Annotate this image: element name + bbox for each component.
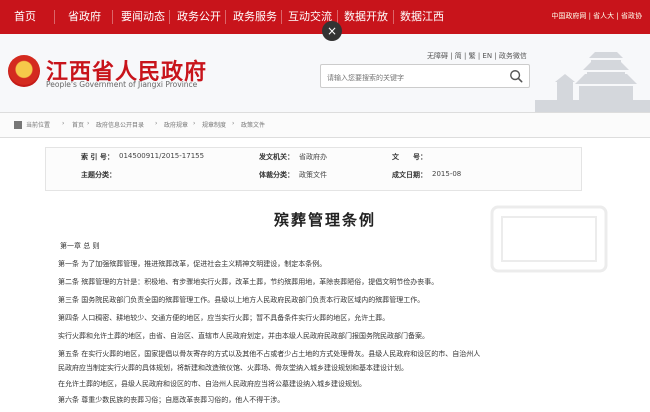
body-paragraph: 第三条 国务院民政部门负责全国的殡葬管理工作。县级以上地方人民政府民政部门负责本… [58,296,425,304]
nav-item-news[interactable]: 要闻动态 [121,9,165,25]
nav-item-data-jiangxi[interactable]: 数据江西 [400,9,444,25]
body-paragraph: 第二条 殡葬管理的方针是：积极地、有步骤地实行火葬，改革土葬，节约殡葬用地，革除… [58,278,439,286]
body-paragraph: 第四条 人口稠密、耕地较少、交通方便的地区，应当实行火葬；暂不具备条件实行火葬的… [58,314,390,322]
top-right-links[interactable]: 中国政府网 | 省人大 | 省政协 [551,11,642,21]
breadcrumb-gov-rules[interactable]: 政府规章 [164,120,188,129]
header-utility-links[interactable]: 无障碍 | 简 | 繁 | EN | 政务微信 [427,51,527,61]
meta-issuer-value: 省政府办 [299,153,327,161]
close-button[interactable]: × [322,21,342,41]
nav-item-home[interactable]: 首页 [14,9,36,25]
nav-divider [169,10,170,24]
meta-type-label: 体裁分类： [259,171,294,179]
breadcrumb-home[interactable]: 首页 [72,120,84,129]
site-subtitle: People's Government of Jiangxi Province [46,80,198,89]
home-icon [14,121,22,129]
nav-item-gov-affairs-open[interactable]: 政务公开 [177,9,221,25]
nav-divider [112,10,113,24]
nav-divider [281,10,282,24]
breadcrumb-label: 当前位置 [26,122,51,129]
breadcrumb-rule-system[interactable]: 规章制度 [202,120,226,129]
body-paragraph: 第五条 在实行火葬的地区，国家提倡以骨灰寄存的方式以及其他不占或者少占土地的方式… [58,350,481,358]
body-paragraph: 在允许土葬的地区，县级人民政府和设区的市、自治州人民政府应当将公墓建设纳入城乡建… [58,380,366,388]
breadcrumb-separator: › [155,120,158,127]
meta-type-value: 政策文件 [299,171,327,179]
national-emblem-icon [8,55,40,87]
breadcrumb-separator: › [62,120,65,127]
breadcrumb-separator: › [232,120,235,127]
breadcrumb-info-catalog[interactable]: 政府信息公开目录 [96,120,144,129]
meta-date-value: 2015-08 [432,170,462,178]
meta-row: 主题分类： 体裁分类： 政策文件 成文日期： 2015-08 [46,170,581,184]
breadcrumb-policy-docs[interactable]: 政策文件 [241,120,265,129]
nav-divider [225,10,226,24]
document-meta-box: 索 引 号： 014500911/2015-17155 发文机关： 省政府办 文… [45,147,582,191]
search-icon[interactable] [509,69,523,83]
nav-item-gov-services[interactable]: 政务服务 [233,9,277,25]
meta-topic-label: 主题分类： [81,171,116,179]
meta-docno-label: 文 号： [392,153,427,161]
meta-row: 索 引 号： 014500911/2015-17155 发文机关： 省政府办 文… [46,152,581,166]
body-paragraph: 民政府应当制定实行火葬的具体规划，将新建和改造殡仪馆、火葬场、骨灰堂纳入城乡建设… [58,364,408,372]
nav-item-province-gov[interactable]: 省政府 [68,9,101,25]
body-paragraph: 实行火葬和允许土葬的地区，由省、自治区、直辖市人民政府划定，并由本级人民政府民政… [58,332,429,340]
search-input[interactable] [321,68,503,88]
tengwang-pavilion-illustration [535,52,650,112]
body-paragraph: 第六条 尊重少数民族的丧葬习俗；自愿改革丧葬习俗的，他人不得干涉。 [58,396,285,404]
body-paragraph: 第一条 为了加强殡葬管理，推进殡葬改革，促进社会主义精神文明建设，制定本条例。 [58,260,327,268]
breadcrumb-bar: 当前位置 › 首页 › 政府信息公开目录 › 政府规章 › 规章制度 › 政策文… [0,112,650,138]
breadcrumb-separator: › [193,120,196,127]
meta-date-label: 成文日期： [392,171,427,179]
chapter-heading: 第一章 总 则 [60,242,100,250]
nav-divider [54,10,55,24]
meta-index-value: 014500911/2015-17155 [119,152,205,160]
nav-item-data-open[interactable]: 数据开放 [344,9,388,25]
meta-index-label: 索 引 号： [81,153,114,161]
breadcrumb-separator: › [87,120,90,127]
search-box [320,64,530,88]
meta-issuer-label: 发文机关： [259,153,294,161]
nav-divider [393,10,394,24]
